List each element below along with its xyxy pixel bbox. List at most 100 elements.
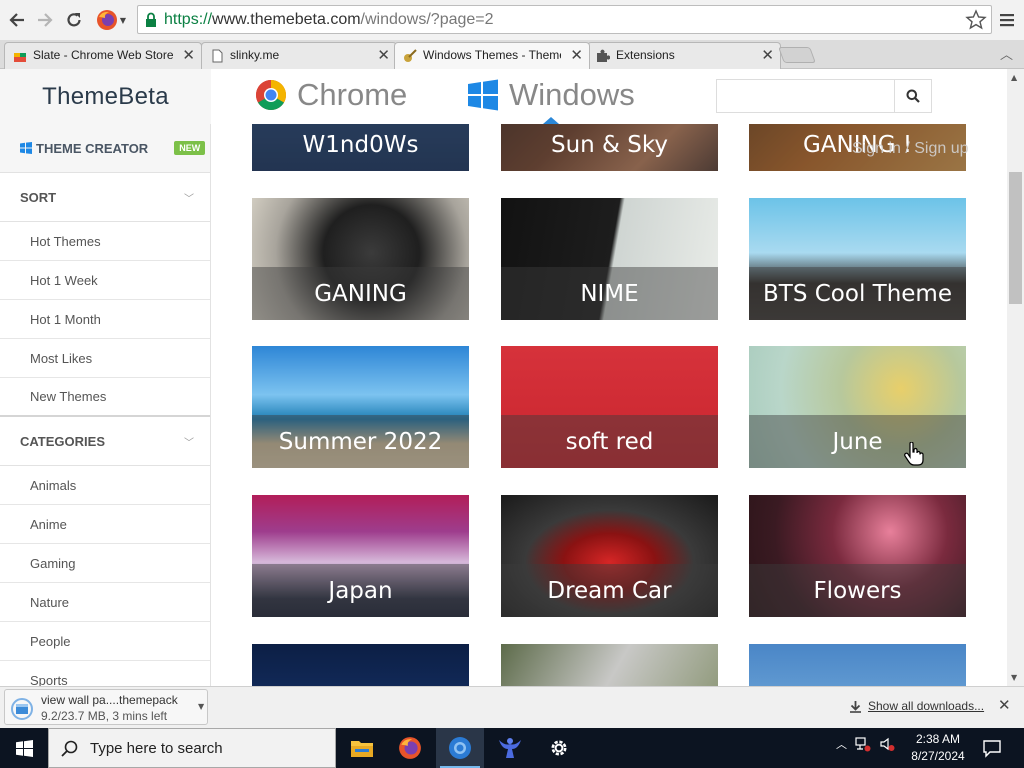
show-all-downloads-link[interactable]: Show all downloads...: [849, 699, 984, 713]
chevron-down-icon: ▼: [119, 15, 127, 25]
windows-taskbar: Type here to search ︿ 2:38 AM 8/27/2024: [0, 728, 1024, 768]
windows-logo-icon: [468, 79, 498, 111]
sort-item-new-themes[interactable]: New Themes: [0, 378, 210, 417]
tab-close-icon[interactable]: ✕: [570, 46, 583, 64]
windows-logo-icon: [20, 142, 32, 154]
scroll-up-arrow-icon[interactable]: ▲: [1011, 73, 1017, 82]
action-center-icon[interactable]: [982, 738, 1002, 758]
chrome-web-store-icon: [14, 53, 26, 62]
sort-item-most-likes[interactable]: Most Likes: [0, 339, 210, 378]
theme-tile-title: Sun & Sky: [501, 118, 718, 171]
chevron-up-icon[interactable]: ︿: [836, 736, 847, 752]
theme-tile-title: Dream Car: [501, 564, 718, 617]
download-item[interactable]: view wall pa....themepack 9.2/23.7 MB, 3…: [4, 689, 208, 725]
nav-windows[interactable]: Windows: [467, 77, 635, 113]
tab-windows-themes[interactable]: Windows Themes - Theme ✕: [394, 42, 590, 70]
chevron-down-icon[interactable]: ▼: [198, 702, 204, 711]
chevron-down-icon: ﹀: [184, 437, 194, 449]
themebeta-favicon-icon: [404, 49, 417, 62]
taskbar-chrome[interactable]: [436, 728, 484, 768]
firefox-icon: [399, 737, 421, 759]
theme-tile[interactable]: Japan: [252, 495, 469, 617]
theme-tile[interactable]: [501, 644, 718, 686]
categories-section-toggle[interactable]: CATEGORIES ﹀: [0, 417, 210, 466]
theme-tile[interactable]: BTS Cool Theme: [749, 198, 966, 320]
theme-tile[interactable]: [252, 644, 469, 686]
taskbar-settings[interactable]: [535, 728, 583, 768]
genie-app-icon: [499, 738, 521, 758]
category-item-animals[interactable]: Animals: [0, 466, 210, 505]
network-icon[interactable]: [855, 736, 871, 752]
hamburger-menu-icon: [1000, 14, 1014, 27]
theme-creator-link[interactable]: THEME CREATOR NEW: [0, 124, 210, 173]
nav-chrome-label: Chrome: [297, 77, 408, 112]
sort-heading: SORT: [20, 189, 57, 205]
bookmark-star-icon[interactable]: [965, 9, 987, 31]
scroll-down-arrow-icon[interactable]: ▼: [1011, 673, 1017, 682]
taskbar-search-box[interactable]: Type here to search: [48, 728, 336, 768]
theme-tile[interactable]: Dream Car: [501, 495, 718, 617]
download-arrow-icon: [850, 700, 861, 713]
firefox-profile-button[interactable]: ▼: [91, 6, 131, 34]
theme-tile[interactable]: GANING: [252, 198, 469, 320]
sort-section-toggle[interactable]: SORT ﹀: [0, 173, 210, 222]
chrome-icon: [255, 80, 287, 111]
sort-item-hot-themes[interactable]: Hot Themes: [0, 222, 210, 261]
tab-title: Windows Themes - Theme: [423, 48, 561, 62]
theme-tile[interactable]: Flowers: [749, 495, 966, 617]
sort-item-hot-1-month[interactable]: Hot 1 Month: [0, 300, 210, 339]
category-item-gaming[interactable]: Gaming: [0, 544, 210, 583]
windows-start-icon: [15, 739, 33, 757]
scrollbar-thumb[interactable]: [1009, 172, 1022, 304]
forward-button[interactable]: [31, 6, 59, 34]
new-tab-button[interactable]: [778, 47, 816, 63]
download-filename: view wall pa....themepack: [41, 693, 178, 707]
theme-tile-title: GANING: [252, 267, 469, 320]
theme-tile[interactable]: [749, 644, 966, 686]
lock-icon: [146, 12, 156, 27]
theme-tile[interactable]: NIME: [501, 198, 718, 320]
puzzle-piece-icon: [597, 49, 610, 62]
category-item-nature[interactable]: Nature: [0, 583, 210, 622]
tab-close-icon[interactable]: ✕: [761, 46, 774, 64]
tab-title: slinky.me: [230, 48, 280, 62]
site-logo-text: ThemeBeta: [42, 82, 169, 110]
page-viewport: W1nd0Ws Sun & Sky GANING ! GANING NIME BTS Co…: [0, 69, 1007, 686]
taskbar-clock[interactable]: 2:38 AM 8/27/2024: [902, 731, 974, 765]
reload-button[interactable]: [60, 6, 88, 34]
clock-date: 8/27/2024: [911, 749, 965, 763]
tab-close-icon[interactable]: ✕: [377, 46, 390, 64]
site-search-input[interactable]: [716, 79, 895, 113]
category-item-anime[interactable]: Anime: [0, 505, 210, 544]
tab-slinky[interactable]: slinky.me ✕: [201, 42, 397, 69]
sort-item-hot-1-week[interactable]: Hot 1 Week: [0, 261, 210, 300]
downloads-shelf: view wall pa....themepack 9.2/23.7 MB, 3…: [0, 686, 1024, 728]
address-bar[interactable]: https://www.themebeta.com/windows/?page=…: [137, 5, 992, 34]
tab-close-icon[interactable]: ✕: [182, 46, 195, 64]
taskbar-genie-app[interactable]: [486, 728, 534, 768]
tab-extensions[interactable]: Extensions ✕: [587, 42, 781, 69]
close-downloads-shelf-icon[interactable]: ✕: [998, 696, 1011, 714]
theme-tile[interactable]: June: [749, 346, 966, 468]
speaker-muted-icon[interactable]: [879, 736, 895, 752]
theme-tile[interactable]: Summer 2022: [252, 346, 469, 468]
site-logo[interactable]: ThemeBeta: [0, 69, 211, 124]
taskbar-firefox[interactable]: [386, 728, 434, 768]
site-search-button[interactable]: [894, 79, 932, 113]
tab-slate-chrome-web-store[interactable]: Slate - Chrome Web Store ✕: [4, 42, 202, 69]
signin-link[interactable]: Sign in / Sign up: [852, 140, 969, 158]
forward-arrow-icon: [38, 13, 53, 27]
category-item-sports[interactable]: Sports: [0, 661, 210, 687]
category-item-people[interactable]: People: [0, 622, 210, 661]
active-nav-indicator: [543, 117, 559, 124]
chevron-up-icon[interactable]: ︿: [1000, 44, 1013, 63]
taskbar-file-explorer[interactable]: [338, 728, 386, 768]
theme-tile[interactable]: soft red: [501, 346, 718, 468]
browser-menu-button[interactable]: [996, 7, 1018, 33]
tab-title: Extensions: [616, 48, 675, 62]
nav-chrome[interactable]: Chrome: [255, 77, 407, 113]
page-scrollbar[interactable]: ▲ ▼: [1007, 69, 1024, 686]
start-button[interactable]: [0, 728, 48, 768]
chrome-icon: [449, 737, 471, 759]
back-button[interactable]: [3, 6, 31, 34]
